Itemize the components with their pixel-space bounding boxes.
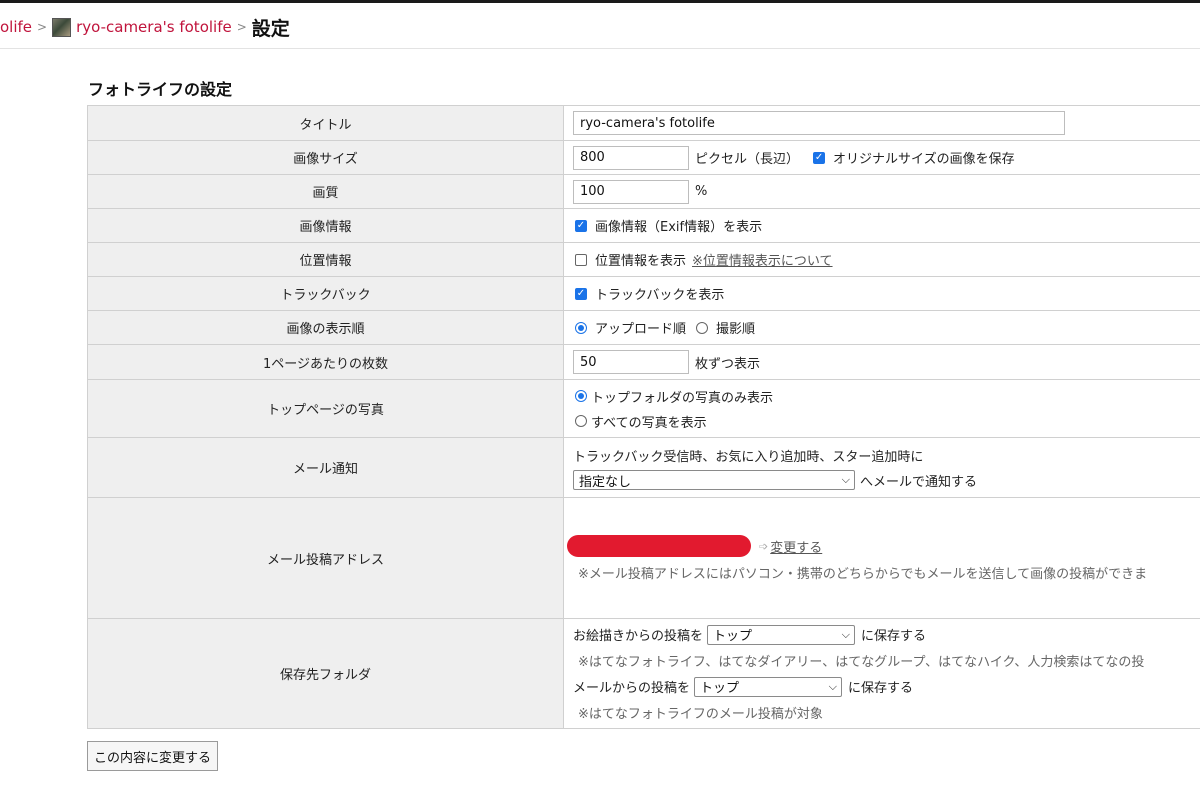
change-address-link[interactable]: 変更する — [770, 537, 822, 556]
settings-row-top-photos: トップページの写真 トップフォルダの写真のみ表示 すべての写真を表示 — [87, 379, 1200, 438]
user-avatar-icon — [52, 17, 72, 37]
top-border — [0, 0, 1200, 3]
breadcrumb-separator: > — [236, 20, 247, 34]
top-folder-only-radio[interactable] — [575, 390, 587, 402]
trackback-label: トラックバックを表示 — [595, 288, 725, 303]
top-folder-only-label: トップフォルダの写真のみ表示 — [591, 390, 774, 406]
per-page-unit: 枚ずつ表示 — [695, 356, 761, 372]
mail-folder-select[interactable]: トップ ⌵ — [694, 676, 843, 697]
mail-notify-select-value: 指定なし — [579, 474, 632, 490]
quality-input[interactable] — [573, 179, 689, 204]
breadcrumb-separator: > — [37, 20, 48, 34]
settings-row-per-page: 1ページあたりの枚数 枚ずつ表示 — [87, 344, 1200, 380]
settings-row-display-order: 画像の表示順 アップロード順 撮影順 — [87, 310, 1200, 345]
mail-folder-value: トップ — [700, 681, 740, 696]
drawing-save-prefix: お絵描きからの投稿を — [573, 629, 704, 644]
settings-row-quality: 画質 % — [87, 174, 1200, 209]
settings-row-mail-address: メール投稿アドレス ➩ 変更する ※メール投稿アドレスにはパソコン・携帯のどちら… — [87, 497, 1200, 619]
image-info-checkbox[interactable] — [575, 219, 587, 232]
order-upload-radio[interactable] — [575, 321, 587, 334]
drawing-save-note: ※はてなフォトライフ、はてなダイアリー、はてなグループ、はてなハイク、人力検索は… — [578, 655, 1145, 670]
page-title: フォトライフの設定 — [88, 80, 233, 99]
drawing-folder-select[interactable]: トップ ⌵ — [707, 624, 856, 645]
chevron-down-icon: ⌵ — [841, 473, 850, 486]
chevron-down-icon: ⌵ — [841, 627, 851, 641]
location-label: 位置情報を表示 — [595, 254, 687, 269]
row-label: 位置情報 — [87, 242, 564, 277]
row-label: タイトル — [87, 105, 564, 141]
save-original-checkbox[interactable] — [813, 151, 826, 164]
row-label: 保存先フォルダ — [87, 618, 564, 729]
image-size-input[interactable] — [573, 145, 689, 170]
mail-save-note: ※はてなフォトライフのメール投稿が対象 — [578, 707, 823, 722]
redacted-email — [567, 535, 751, 557]
settings-table: タイトル 画像サイズ ピクセル（長辺） オリジナルサイズの画像を保存 画質 % — [87, 105, 1200, 729]
settings-row-save-folder: 保存先フォルダ お絵描きからの投稿を トップ ⌵ に保存する ※はてなフォトライ… — [87, 618, 1200, 729]
row-label: 画像サイズ — [87, 140, 564, 175]
settings-row-mail-notify: メール通知 トラックバック受信時、お気に入り追加時、スター追加時に 指定なし ⌵… — [87, 437, 1200, 498]
order-shot-label: 撮影順 — [716, 322, 756, 337]
mail-notify-select[interactable]: 指定なし ⌵ — [573, 470, 855, 490]
order-upload-label: アップロード順 — [595, 322, 687, 337]
row-label: 画像の表示順 — [87, 310, 564, 345]
image-size-unit: ピクセル（長辺） — [695, 152, 800, 167]
row-label: 画質 — [87, 174, 564, 209]
settings-row-location: 位置情報 位置情報を表示 ※位置情報表示について — [87, 242, 1200, 277]
breadcrumb-user-link[interactable]: ryo-camera's fotolife — [76, 18, 232, 36]
mail-notify-description: トラックバック受信時、お気に入り追加時、スター追加時に — [573, 449, 924, 465]
mail-address-note: ※メール投稿アドレスにはパソコン・携帯のどちらからでもメールを送信して画像の投稿… — [578, 566, 1148, 582]
drawing-save-suffix: に保存する — [861, 629, 927, 644]
row-label: 画像情報 — [87, 208, 564, 243]
row-label: トラックバック — [87, 276, 564, 311]
title-input[interactable] — [573, 111, 1065, 135]
location-checkbox[interactable] — [575, 253, 587, 266]
breadcrumb-fotolife-link[interactable]: olife — [0, 18, 32, 36]
all-photos-radio[interactable] — [575, 415, 587, 427]
save-original-label: オリジナルサイズの画像を保存 — [833, 152, 1015, 167]
row-label: メール通知 — [87, 437, 564, 498]
settings-row-title: タイトル — [87, 105, 1200, 141]
settings-row-image-info: 画像情報 画像情報（Exif情報）を表示 — [87, 208, 1200, 243]
settings-row-trackback: トラックバック トラックバックを表示 — [87, 276, 1200, 311]
order-shot-radio[interactable] — [696, 321, 709, 334]
arrow-right-icon: ➩ — [759, 539, 769, 553]
per-page-input[interactable] — [573, 350, 689, 374]
image-info-label: 画像情報（Exif情報）を表示 — [595, 220, 763, 235]
row-label: 1ページあたりの枚数 — [87, 344, 564, 380]
submit-button[interactable]: この内容に変更する — [87, 741, 219, 771]
mail-notify-suffix: へメールで通知する — [860, 474, 978, 490]
header-divider — [0, 48, 1200, 49]
drawing-folder-value: トップ — [713, 629, 753, 644]
quality-unit: % — [695, 184, 708, 199]
all-photos-label: すべての写真を表示 — [591, 415, 707, 431]
breadcrumb-current: 設定 — [251, 17, 290, 40]
breadcrumb: olife > ryo-camera's fotolife > 設定 — [0, 14, 290, 40]
trackback-checkbox[interactable] — [575, 287, 587, 300]
chevron-down-icon: ⌵ — [828, 679, 838, 693]
location-info-link[interactable]: ※位置情報表示について — [692, 250, 833, 269]
settings-row-image-size: 画像サイズ ピクセル（長辺） オリジナルサイズの画像を保存 — [87, 140, 1200, 175]
mail-save-suffix: に保存する — [848, 681, 914, 696]
row-label: メール投稿アドレス — [87, 497, 564, 619]
mail-save-prefix: メールからの投稿を — [573, 681, 691, 696]
row-label: トップページの写真 — [87, 379, 564, 438]
